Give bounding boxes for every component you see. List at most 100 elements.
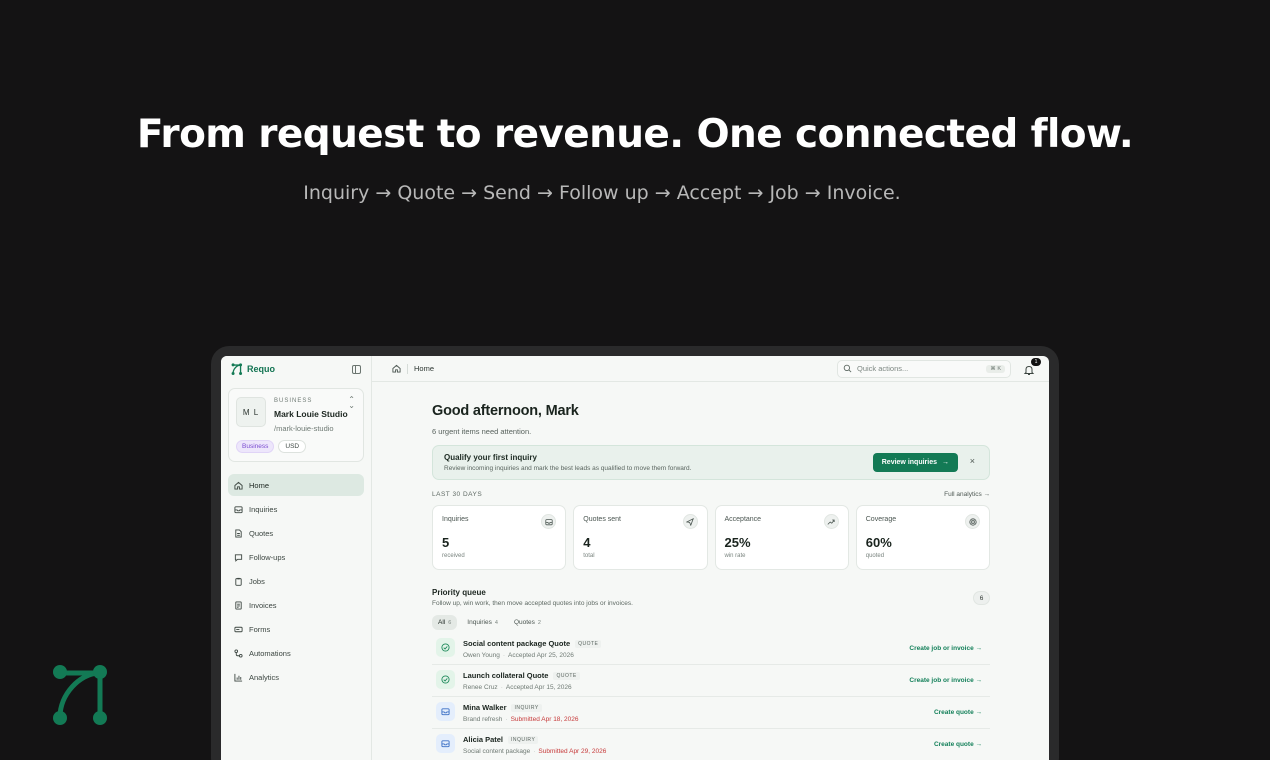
tab-quotes[interactable]: Quotes 2 bbox=[508, 615, 547, 630]
business-name: Mark Louie Studio bbox=[274, 409, 348, 419]
row-type-badge: INQUIRY bbox=[511, 703, 542, 712]
check-circle-icon bbox=[436, 670, 455, 689]
row-title: Alicia Patel bbox=[463, 735, 504, 744]
sidebar-item-home[interactable]: Home bbox=[228, 474, 364, 496]
sidebar-item-label: Automations bbox=[249, 648, 291, 658]
row-type-badge: QUOTE bbox=[553, 671, 580, 680]
app-name: Requo bbox=[247, 364, 275, 374]
app-screen: Requo M L BUSINESS Mark Louie Studio /ma… bbox=[221, 356, 1049, 760]
notification-badge: 1 bbox=[1031, 357, 1041, 366]
row-title: Social content package Quote bbox=[463, 639, 571, 648]
stat-label: Acceptance bbox=[724, 516, 762, 523]
stats-grid: Inquiries 5 received Quotes sent 4 total… bbox=[432, 505, 990, 570]
stat-value: 5 bbox=[442, 535, 450, 550]
row-status: Submitted Apr 18, 2026 bbox=[510, 716, 579, 723]
sidebar-item-label: Invoices bbox=[249, 600, 277, 610]
sidebar-item-invoices[interactable]: Invoices bbox=[228, 594, 364, 616]
table-row[interactable]: Launch collateral Quote QUOTE Renee Cruz ·… bbox=[432, 665, 990, 697]
send-icon bbox=[682, 514, 698, 529]
quick-actions-search[interactable]: Quick actions... ⌘ K bbox=[837, 359, 1011, 378]
app-logo[interactable]: Requo bbox=[231, 363, 275, 375]
table-row[interactable]: Mina Walker INQUIRY Brand refresh · Submitt… bbox=[432, 697, 990, 729]
stat-sub: quoted bbox=[865, 553, 885, 559]
stat-card-inquiries[interactable]: Inquiries 5 received bbox=[432, 505, 567, 570]
currency-tag: USD bbox=[278, 440, 307, 453]
notifications-button[interactable]: 1 bbox=[1023, 357, 1041, 375]
device-frame: Requo M L BUSINESS Mark Louie Studio /ma… bbox=[211, 346, 1059, 760]
tab-inquiries[interactable]: Inquiries 4 bbox=[461, 615, 504, 630]
dashboard-content: Good afternoon, Mark 6 urgent items need… bbox=[432, 382, 990, 760]
sidebar-item-inquiries[interactable]: Inquiries bbox=[228, 498, 364, 520]
create-quote-link[interactable]: Create quote → bbox=[934, 709, 982, 716]
sidebar-item-automations[interactable]: Automations bbox=[228, 642, 364, 664]
sidebar-item-jobs[interactable]: Jobs bbox=[228, 570, 364, 592]
business-switcher[interactable]: M L BUSINESS Mark Louie Studio /mark-lou… bbox=[228, 388, 364, 462]
sidebar-item-forms[interactable]: Forms bbox=[228, 618, 364, 640]
search-shortcut: ⌘ K bbox=[986, 364, 1005, 373]
business-slug: /mark-louie-studio bbox=[274, 424, 334, 433]
section-description: Follow up, win work, then move accepted … bbox=[432, 600, 633, 607]
row-title: Launch collateral Quote bbox=[463, 671, 549, 680]
queue-count-badge: 6 bbox=[973, 591, 990, 605]
requo-mini-logo-icon bbox=[231, 363, 243, 375]
sidebar-item-label: Jobs bbox=[249, 576, 265, 586]
stat-label: Coverage bbox=[865, 516, 897, 523]
business-avatar: M L bbox=[236, 397, 266, 427]
review-inquiries-button[interactable]: Review inquiries → bbox=[872, 453, 958, 472]
clipboard-icon bbox=[234, 577, 243, 586]
inbox-icon bbox=[234, 505, 243, 514]
priority-queue-header: Priority queue Follow up, win work, then… bbox=[432, 588, 990, 607]
stat-sub: total bbox=[583, 553, 595, 559]
plan-tag: Business bbox=[236, 440, 275, 453]
workflow-icon bbox=[234, 648, 243, 658]
row-type-badge: QUOTE bbox=[575, 639, 602, 648]
stat-card-coverage[interactable]: Coverage 60% quoted bbox=[855, 505, 990, 570]
tab-all[interactable]: All 6 bbox=[432, 615, 458, 630]
row-status: Submitted Apr 29, 2026 bbox=[538, 748, 607, 755]
stat-label: Inquiries bbox=[442, 516, 469, 523]
requo-logo-icon bbox=[53, 665, 107, 725]
tab-count: 4 bbox=[494, 619, 498, 626]
sidebar-item-follow-ups[interactable]: Follow-ups bbox=[228, 546, 364, 568]
stat-value: 4 bbox=[583, 535, 591, 550]
stat-sub: win rate bbox=[724, 553, 746, 559]
sidebar-item-quotes[interactable]: Quotes bbox=[228, 522, 364, 544]
search-icon bbox=[843, 364, 852, 373]
table-row[interactable]: Social content package Quote QUOTE Owen Y… bbox=[432, 633, 990, 665]
create-job-or-invoice-link[interactable]: Create job or invoice → bbox=[909, 677, 982, 684]
button-label: Review inquiries bbox=[881, 459, 937, 466]
page-title: Good afternoon, Mark bbox=[432, 403, 579, 419]
urgent-summary: 6 urgent items need attention. bbox=[432, 427, 532, 436]
create-quote-link[interactable]: Create quote → bbox=[934, 741, 982, 748]
sidebar-item-label: Inquiries bbox=[249, 504, 278, 514]
stat-sub: received bbox=[442, 553, 465, 559]
tab-count: 6 bbox=[448, 619, 452, 626]
table-row[interactable]: Alicia Patel INQUIRY Social content packa… bbox=[432, 729, 990, 760]
row-person: Brand refresh bbox=[463, 716, 503, 723]
create-job-or-invoice-link[interactable]: Create job or invoice → bbox=[909, 645, 982, 652]
business-kicker: BUSINESS bbox=[274, 398, 313, 404]
queue-tabs: All 6 Inquiries 4 Quotes 2 bbox=[432, 615, 990, 630]
stat-card-acceptance[interactable]: Acceptance 25% win rate bbox=[714, 505, 849, 570]
section-title: Priority queue bbox=[432, 588, 486, 597]
sidebar-item-label: Analytics bbox=[249, 672, 280, 682]
sidebar-collapse-icon[interactable] bbox=[352, 364, 361, 374]
sidebar-header: Requo bbox=[228, 356, 364, 382]
row-title: Mina Walker bbox=[463, 703, 507, 712]
close-icon[interactable]: × bbox=[970, 457, 975, 466]
trend-up-icon bbox=[823, 514, 839, 529]
full-analytics-link[interactable]: Full analytics → bbox=[944, 491, 990, 498]
sidebar-item-label: Home bbox=[249, 480, 270, 490]
stat-value: 25% bbox=[724, 535, 751, 550]
tab-label: Inquiries bbox=[467, 619, 492, 626]
search-input[interactable]: Quick actions... bbox=[857, 364, 981, 373]
queue-list: Social content package Quote QUOTE Owen Y… bbox=[432, 633, 990, 760]
breadcrumb[interactable]: Home bbox=[414, 364, 434, 373]
chart-icon bbox=[234, 673, 243, 682]
home-icon[interactable] bbox=[392, 364, 401, 373]
target-icon bbox=[965, 514, 980, 529]
stat-card-quotes-sent[interactable]: Quotes sent 4 total bbox=[573, 505, 708, 570]
sidebar-item-label: Quotes bbox=[249, 528, 274, 538]
row-status: Accepted Apr 25, 2026 bbox=[508, 652, 574, 659]
sidebar-item-analytics[interactable]: Analytics bbox=[228, 666, 364, 688]
